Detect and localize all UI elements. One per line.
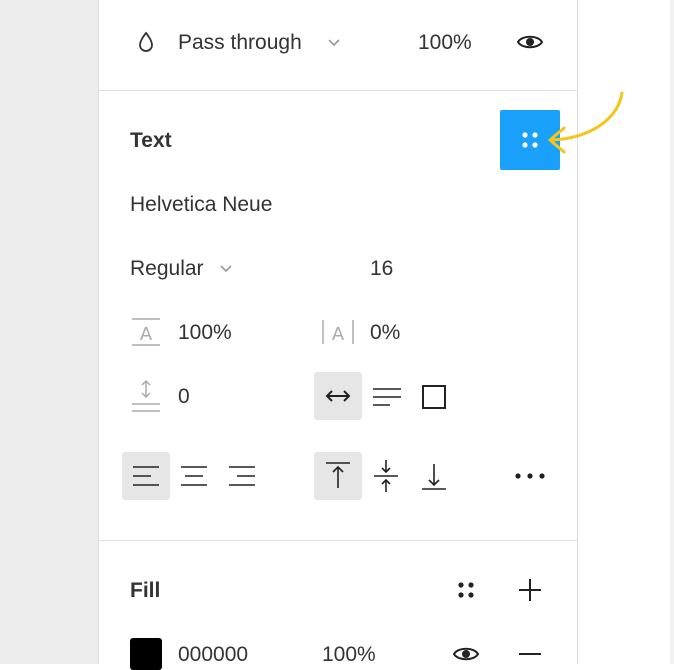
align-right-icon[interactable] <box>228 464 256 488</box>
chevron-down-icon[interactable] <box>326 36 342 50</box>
paragraph-spacing-field[interactable]: 0 <box>178 386 190 407</box>
auto-width-icon <box>325 390 351 402</box>
align-center-icon[interactable] <box>180 464 208 488</box>
eye-icon[interactable] <box>452 644 480 664</box>
blend-drop-icon[interactable] <box>136 30 156 54</box>
eye-icon[interactable] <box>516 32 544 52</box>
letter-spacing-field[interactable]: 0% <box>370 322 400 343</box>
align-bottom-icon[interactable] <box>420 460 448 492</box>
auto-height-icon[interactable] <box>372 386 402 408</box>
align-top-icon <box>326 462 350 488</box>
more-options-icon[interactable] <box>512 468 548 484</box>
font-family-field[interactable]: Helvetica Neue <box>130 194 272 215</box>
fill-section-title: Fill <box>130 579 161 602</box>
paragraph-spacing-icon <box>132 379 160 412</box>
style-grid-icon[interactable] <box>452 576 480 604</box>
text-section-title: Text <box>130 129 172 152</box>
letter-spacing-icon: A <box>322 320 354 345</box>
section-divider <box>98 540 578 541</box>
align-left-icon <box>133 466 159 486</box>
fixed-size-icon[interactable] <box>420 383 448 411</box>
font-weight-dropdown[interactable]: Regular <box>130 258 204 279</box>
line-height-field[interactable]: 100% <box>178 322 232 343</box>
section-divider <box>98 90 578 91</box>
plus-icon[interactable] <box>516 576 544 604</box>
svg-text:A: A <box>140 324 153 345</box>
chevron-down-icon[interactable] <box>218 262 234 276</box>
align-middle-icon[interactable] <box>372 458 400 494</box>
canvas-left <box>0 0 98 664</box>
blend-mode-dropdown[interactable]: Pass through <box>178 32 302 53</box>
fill-hex-field[interactable]: 000000 <box>178 644 248 665</box>
annotation-arrow-icon <box>548 91 624 154</box>
font-size-field[interactable]: 16 <box>370 258 393 279</box>
fill-color-swatch[interactable] <box>130 638 162 670</box>
layer-opacity-value[interactable]: 100% <box>418 32 472 53</box>
canvas-right-edge <box>670 0 674 664</box>
minus-icon[interactable] <box>516 644 544 664</box>
line-height-icon: A <box>132 318 160 346</box>
fill-opacity-field[interactable]: 100% <box>322 644 376 665</box>
svg-text:A: A <box>332 324 345 345</box>
